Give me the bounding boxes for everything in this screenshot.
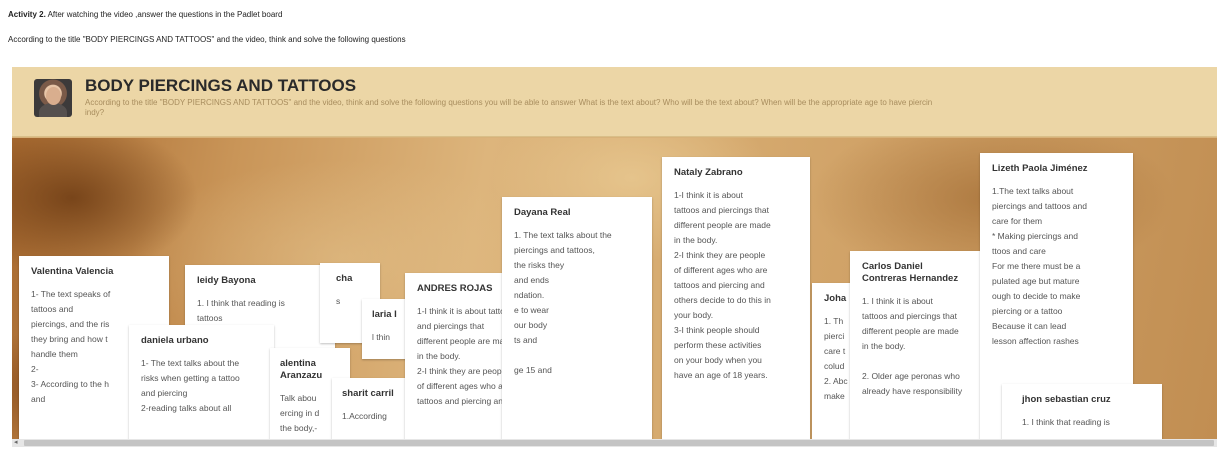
post-body: Talk abou ercing in d the body,-: [280, 393, 320, 433]
post-card[interactable]: daniela urbano 1- The text talks about t…: [129, 325, 274, 439]
post-author: Valentina Valencia: [31, 266, 114, 277]
post-body: l thin: [372, 332, 390, 342]
post-author: Lizeth Paola Jiménez: [992, 163, 1088, 174]
board-description: According to the title "BODY PIERCINGS A…: [85, 98, 933, 107]
post-card[interactable]: sharit carril 1.According: [332, 378, 412, 439]
post-card[interactable]: jhon sebastian cruz 1. I think that read…: [1002, 384, 1162, 439]
activity-text: After watching the video ,answer the que…: [45, 10, 283, 19]
scrollbar-thumb[interactable]: [24, 440, 1214, 446]
activity-subtitle: According to the title "BODY PIERCINGS A…: [8, 35, 406, 44]
post-body: 1. The text talks about the piercings an…: [514, 230, 612, 375]
post-author: Carlos Daniel Contreras Hernandez: [862, 261, 959, 284]
post-body: 1-I think it is about tattoos and pierci…: [674, 190, 771, 380]
post-body: 1. I think that reading is tattoos: [197, 298, 285, 323]
post-body: 1.The text talks about piercings and tat…: [992, 186, 1087, 346]
post-author: jhon sebastian cruz: [1022, 394, 1111, 405]
padlet-board: BODY PIERCINGS AND TATTOOS According to …: [12, 67, 1217, 439]
activity-label: Activity 2.: [8, 10, 46, 19]
scroll-left-arrow-icon[interactable]: ◂: [14, 439, 18, 447]
post-author: sharit carril: [342, 388, 394, 399]
post-author: alentina Aranzazu: [280, 358, 323, 381]
activity-instruction: Activity 2. After watching the video ,an…: [8, 10, 282, 19]
post-author: cha: [336, 273, 353, 284]
board-description-continued: indy?: [85, 108, 105, 117]
post-author: Nataly Zabrano: [674, 167, 743, 178]
post-author: laria I: [372, 309, 397, 320]
post-body: 1. I think that reading is: [1022, 417, 1110, 427]
post-card[interactable]: Carlos Daniel Contreras Hernandez 1. I t…: [850, 251, 1000, 439]
post-body: 1.According: [342, 411, 387, 421]
avatar[interactable]: [34, 79, 72, 117]
post-body: 1. I think it is about tattoos and pierc…: [862, 296, 963, 396]
horizontal-scrollbar[interactable]: ◂: [12, 439, 1217, 447]
post-author: Dayana Real: [514, 207, 571, 218]
post-card[interactable]: Nataly Zabrano 1-I think it is about tat…: [662, 157, 810, 439]
board-title: BODY PIERCINGS AND TATTOOS: [85, 76, 357, 95]
post-author: daniela urbano: [141, 335, 209, 346]
post-card[interactable]: Dayana Real 1. The text talks about the …: [502, 197, 652, 439]
post-body: 1- The text talks about the risks when g…: [141, 358, 240, 413]
post-author: leidy Bayona: [197, 275, 256, 286]
board-header: BODY PIERCINGS AND TATTOOS According to …: [12, 67, 1217, 137]
